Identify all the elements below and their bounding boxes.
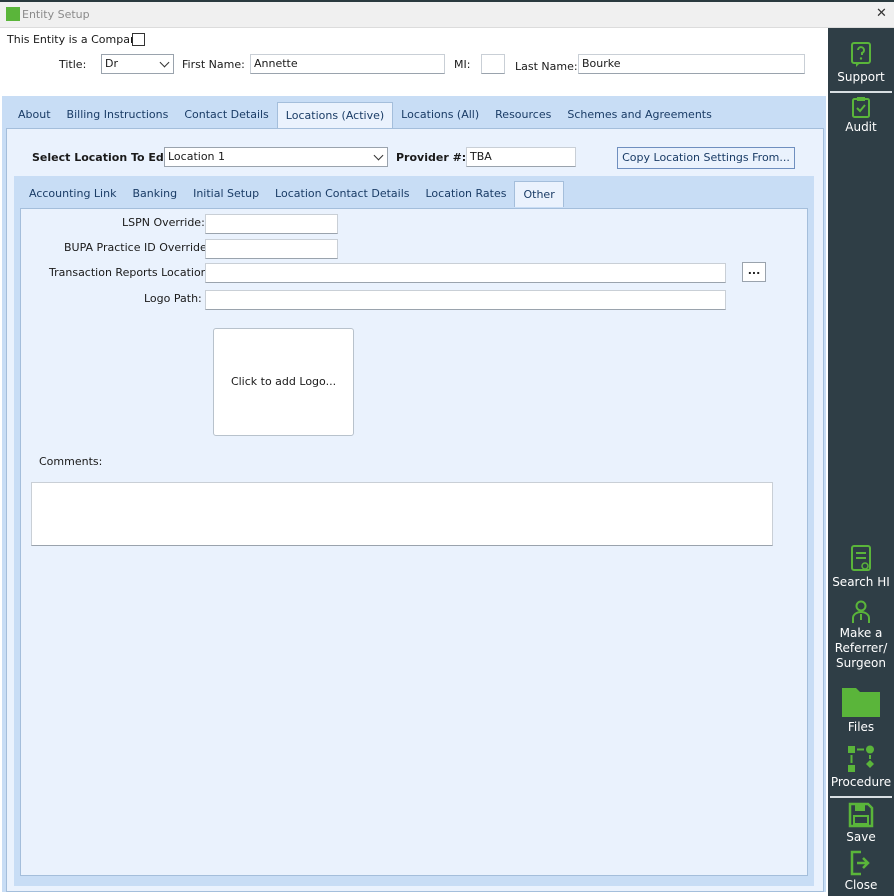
add-logo-label: Click to add Logo... — [230, 375, 337, 388]
comments-field[interactable] — [31, 482, 773, 546]
workflow-icon — [848, 745, 874, 772]
title-select-value: Dr — [105, 57, 118, 70]
tab-other[interactable]: Other — [514, 181, 564, 207]
entity-header: This Entity is a Company Title: Dr First… — [0, 28, 828, 96]
last-name-field[interactable]: Bourke — [578, 54, 805, 74]
make-referrer-button[interactable]: Make a Referrer/ Surgeon — [828, 600, 894, 671]
provider-field[interactable]: TBA — [466, 147, 576, 167]
save-label: Save — [846, 830, 876, 844]
location-select[interactable]: Location 1 — [164, 147, 388, 167]
tab-billing-instructions[interactable]: Billing Instructions — [59, 102, 177, 128]
tab-about[interactable]: About — [10, 102, 59, 128]
bupa-practice-id-label: BUPA Practice ID Override: — [64, 241, 211, 254]
files-button[interactable]: Files — [828, 684, 894, 735]
mi-field[interactable] — [481, 54, 505, 74]
tab-accounting-link[interactable]: Accounting Link — [21, 181, 124, 207]
tab-resources[interactable]: Resources — [487, 102, 559, 128]
provider-label: Provider #: — [396, 151, 467, 164]
comments-label: Comments: — [39, 455, 103, 468]
top-border — [0, 0, 894, 2]
folder-icon — [842, 688, 880, 717]
tab-initial-setup[interactable]: Initial Setup — [185, 181, 267, 207]
save-button[interactable]: Save — [828, 802, 894, 845]
tab-location-contact-details[interactable]: Location Contact Details — [267, 181, 417, 207]
lspn-override-field[interactable] — [205, 214, 338, 234]
search-hi-label: Search HI — [832, 575, 890, 589]
audit-button[interactable]: Audit — [828, 96, 894, 135]
main-panel: About Billing Instructions Contact Detai… — [2, 96, 826, 892]
tab-schemes-agreements[interactable]: Schemes and Agreements — [559, 102, 720, 128]
sidebar-divider — [830, 796, 892, 798]
last-name-label: Last Name: — [515, 60, 578, 73]
select-location-label: Select Location To Edit: — [32, 151, 178, 164]
save-icon — [848, 802, 874, 828]
transaction-reports-label: Transaction Reports Location: — [49, 266, 212, 279]
help-icon — [851, 42, 871, 67]
sidebar: Support Audit Search HI Make a Referrer/… — [828, 28, 894, 896]
logo-path-label: Logo Path: — [144, 292, 202, 305]
title-bar: Entity Setup ✕ — [0, 0, 894, 28]
audit-label: Audit — [845, 120, 877, 134]
window-title: Entity Setup — [22, 8, 90, 21]
procedure-label: Procedure — [830, 775, 892, 789]
main-tabs: About Billing Instructions Contact Detai… — [10, 102, 720, 128]
chevron-down-icon — [373, 150, 384, 161]
sidebar-divider — [830, 91, 892, 93]
tab-contact-details[interactable]: Contact Details — [176, 102, 276, 128]
close-button[interactable]: Close — [828, 850, 894, 893]
tab-locations-all[interactable]: Locations (All) — [393, 102, 487, 128]
support-button[interactable]: Support — [828, 42, 894, 85]
copy-location-settings-button[interactable]: Copy Location Settings From... — [617, 147, 795, 169]
title-select[interactable]: Dr — [101, 54, 174, 74]
title-label: Title: — [59, 58, 87, 71]
make-referrer-label-3: Surgeon — [836, 656, 886, 670]
exit-icon — [850, 850, 870, 876]
add-logo-button[interactable]: Click to add Logo... — [213, 328, 354, 436]
is-company-checkbox[interactable] — [132, 33, 145, 46]
bupa-practice-id-field[interactable] — [205, 239, 338, 259]
tab-locations-active[interactable]: Locations (Active) — [276, 102, 394, 128]
lspn-override-label: LSPN Override: — [122, 216, 205, 229]
mi-label: MI: — [454, 58, 471, 71]
logo-path-field[interactable] — [205, 290, 726, 310]
transaction-reports-field[interactable] — [205, 263, 726, 283]
tab-location-rates[interactable]: Location Rates — [418, 181, 515, 207]
doctor-icon — [852, 600, 870, 623]
support-label: Support — [837, 70, 885, 84]
first-name-label: First Name: — [182, 58, 245, 71]
procedure-button[interactable]: Procedure — [828, 745, 894, 790]
make-referrer-label-1: Make a — [839, 626, 883, 640]
is-company-label: This Entity is a Company — [7, 33, 144, 46]
files-label: Files — [847, 720, 875, 734]
sub-tabs: Accounting Link Banking Initial Setup Lo… — [21, 181, 564, 207]
tab-banking[interactable]: Banking — [124, 181, 185, 207]
close-label: Close — [844, 878, 878, 892]
chevron-down-icon — [159, 57, 170, 68]
document-search-icon — [851, 545, 871, 571]
app-icon — [6, 7, 20, 21]
make-referrer-label-2: Referrer/ — [834, 641, 888, 655]
first-name-field[interactable]: Annette — [250, 54, 445, 74]
search-hi-button[interactable]: Search HI — [828, 545, 894, 590]
clipboard-check-icon — [852, 97, 870, 118]
location-select-value: Location 1 — [168, 150, 226, 163]
browse-button[interactable]: ... — [742, 262, 766, 282]
close-icon[interactable]: ✕ — [876, 6, 887, 21]
